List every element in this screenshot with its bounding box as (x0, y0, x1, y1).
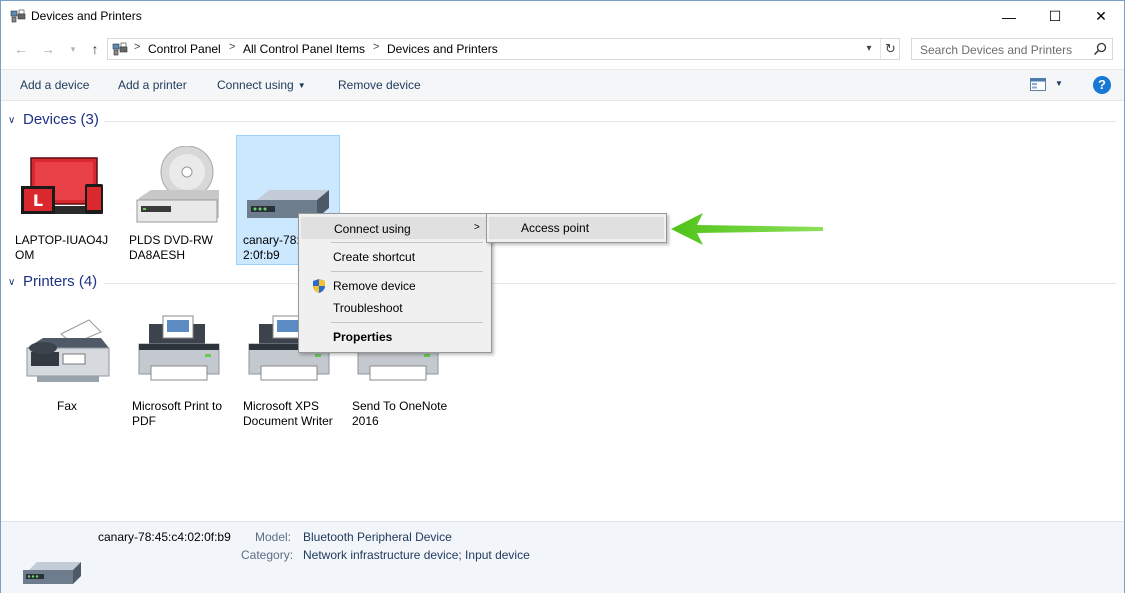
breadcrumb-separator[interactable]: > (229, 41, 235, 53)
group-divider (104, 121, 1116, 122)
remove-device-button[interactable]: Remove device (338, 78, 421, 92)
fax-icon (26, 319, 110, 382)
details-device-name: canary-78:45:c4:02:0f:b9 (98, 530, 231, 544)
uac-shield-icon (313, 279, 325, 293)
breadcrumb-devices-and-printers[interactable]: Devices and Printers (387, 42, 498, 56)
forward-arrow-icon[interactable]: → (39, 40, 57, 58)
breadcrumb-separator[interactable]: > (373, 41, 379, 53)
laptop-icon: L (21, 157, 103, 214)
laptop-label-line1: LAPTOP-IUAO4J (15, 233, 109, 247)
navigation-bar: ← → ▾ ↑ > Control Panel > All Control Pa… (1, 32, 1124, 66)
menu-item-label: Properties (333, 330, 393, 344)
minimize-button[interactable]: — (986, 1, 1032, 32)
view-options-icon[interactable]: ▼ (1055, 79, 1063, 88)
search-icon[interactable] (1093, 42, 1107, 56)
breadcrumb-all-control-panel-items[interactable]: All Control Panel Items (243, 42, 365, 56)
window-title: Devices and Printers (31, 9, 142, 23)
search-placeholder: Search Devices and Printers (920, 43, 1073, 57)
xps-label-line2: Document Writer (243, 414, 333, 428)
details-category-value: Network infrastructure device; Input dev… (303, 548, 530, 562)
details-pane: canary-78:45:c4:02:0f:b9 Model: Bluetoot… (1, 521, 1124, 593)
connect-using-button[interactable]: Connect using ▼ (217, 78, 306, 92)
menu-item-create-shortcut[interactable]: Create shortcut (301, 246, 489, 268)
dvd-label-line2: DA8AESH (129, 248, 186, 262)
address-dropdown-icon[interactable]: ▾ (860, 40, 878, 58)
menu-item-connect-using[interactable]: Connect using > (301, 217, 489, 239)
details-category-key: Category: (241, 548, 294, 562)
connect-using-submenu: Access point (486, 213, 667, 243)
context-menu: Connect using > Create shortcut Remove d… (298, 213, 492, 353)
svg-text:L: L (33, 191, 43, 210)
xps-label-line1: Microsoft XPS (243, 399, 320, 413)
menu-item-label: Troubleshoot (333, 301, 403, 315)
pdf-label-line2: PDF (132, 414, 156, 428)
menu-item-troubleshoot[interactable]: Troubleshoot (301, 297, 489, 319)
menu-separator (331, 271, 483, 272)
title-bar[interactable]: Devices and Printers — ☐ ✕ (1, 1, 1124, 32)
add-printer-button[interactable]: Add a printer (118, 78, 187, 92)
details-model-key: Model: (255, 530, 292, 544)
dvd-drive-icon (136, 146, 219, 223)
address-bar[interactable]: > Control Panel > All Control Panel Item… (107, 38, 900, 60)
menu-separator (331, 322, 483, 323)
onenote-label-line1: Send To OneNote (352, 399, 448, 413)
printer-tile-print-to-pdf[interactable]: Microsoft Print to PDF (127, 302, 231, 432)
network-device-icon (23, 562, 81, 584)
printer-icon (138, 315, 220, 381)
fax-label: Fax (56, 399, 77, 413)
device-tile-laptop[interactable]: L LAPTOP-IUAO4J OM (13, 136, 117, 266)
details-model-value: Bluetooth Peripheral Device (303, 530, 452, 544)
devices-group-title: Devices (3) (23, 111, 99, 128)
close-button[interactable]: ✕ (1078, 1, 1124, 32)
menu-item-access-point[interactable]: Access point (489, 217, 664, 239)
menu-item-label: Access point (521, 221, 590, 235)
menu-item-label: Remove device (333, 279, 416, 293)
group-divider (104, 283, 1116, 284)
devices-printers-icon (10, 9, 26, 23)
back-arrow-icon[interactable]: ← (12, 40, 30, 58)
dvd-label-line1: PLDS DVD-RW (129, 233, 213, 247)
command-bar: Add a device Add a printer Connect using… (1, 69, 1124, 101)
help-icon[interactable]: ? (1093, 76, 1111, 94)
submenu-arrow-icon: > (474, 222, 480, 233)
collapse-chevron-icon[interactable]: ∨ (8, 115, 15, 126)
change-view-icon[interactable] (1030, 78, 1046, 91)
menu-separator (331, 242, 483, 243)
add-device-button[interactable]: Add a device (20, 78, 89, 92)
collapse-chevron-icon[interactable]: ∨ (8, 277, 15, 288)
printer-tile-fax[interactable]: Fax (15, 302, 119, 432)
chevron-down-icon: ▼ (297, 81, 306, 90)
printers-group-title: Printers (4) (23, 273, 98, 290)
menu-item-properties[interactable]: Properties (301, 326, 489, 348)
search-input[interactable]: Search Devices and Printers (911, 38, 1113, 60)
maximize-button[interactable]: ☐ (1032, 1, 1078, 32)
menu-item-remove-device[interactable]: Remove device (301, 275, 489, 297)
up-arrow-icon[interactable]: ↑ (86, 40, 104, 58)
onenote-label-line2: 2016 (352, 414, 379, 428)
menu-item-label: Create shortcut (333, 250, 416, 264)
recent-locations-icon[interactable]: ▾ (64, 40, 82, 58)
devices-content-area: ∨ Devices (3) L LAPTOP-IUAO4J OM PLDS DV… (1, 102, 1124, 520)
pdf-label-line1: Microsoft Print to (132, 399, 223, 413)
green-arrow-icon (671, 213, 823, 245)
connect-using-label: Connect using (217, 78, 294, 92)
menu-item-label: Connect using (334, 222, 411, 236)
devices-printers-icon (112, 42, 128, 56)
device-tile-dvd-drive[interactable]: PLDS DVD-RW DA8AESH (127, 136, 231, 266)
laptop-label-line2: OM (15, 248, 35, 262)
breadcrumb-control-panel[interactable]: Control Panel (148, 42, 221, 56)
refresh-icon[interactable]: ↻ (880, 39, 900, 59)
breadcrumb-separator[interactable]: > (134, 41, 140, 53)
devices-and-printers-window: Devices and Printers — ☐ ✕ ← → ▾ ↑ > Con… (0, 0, 1125, 593)
